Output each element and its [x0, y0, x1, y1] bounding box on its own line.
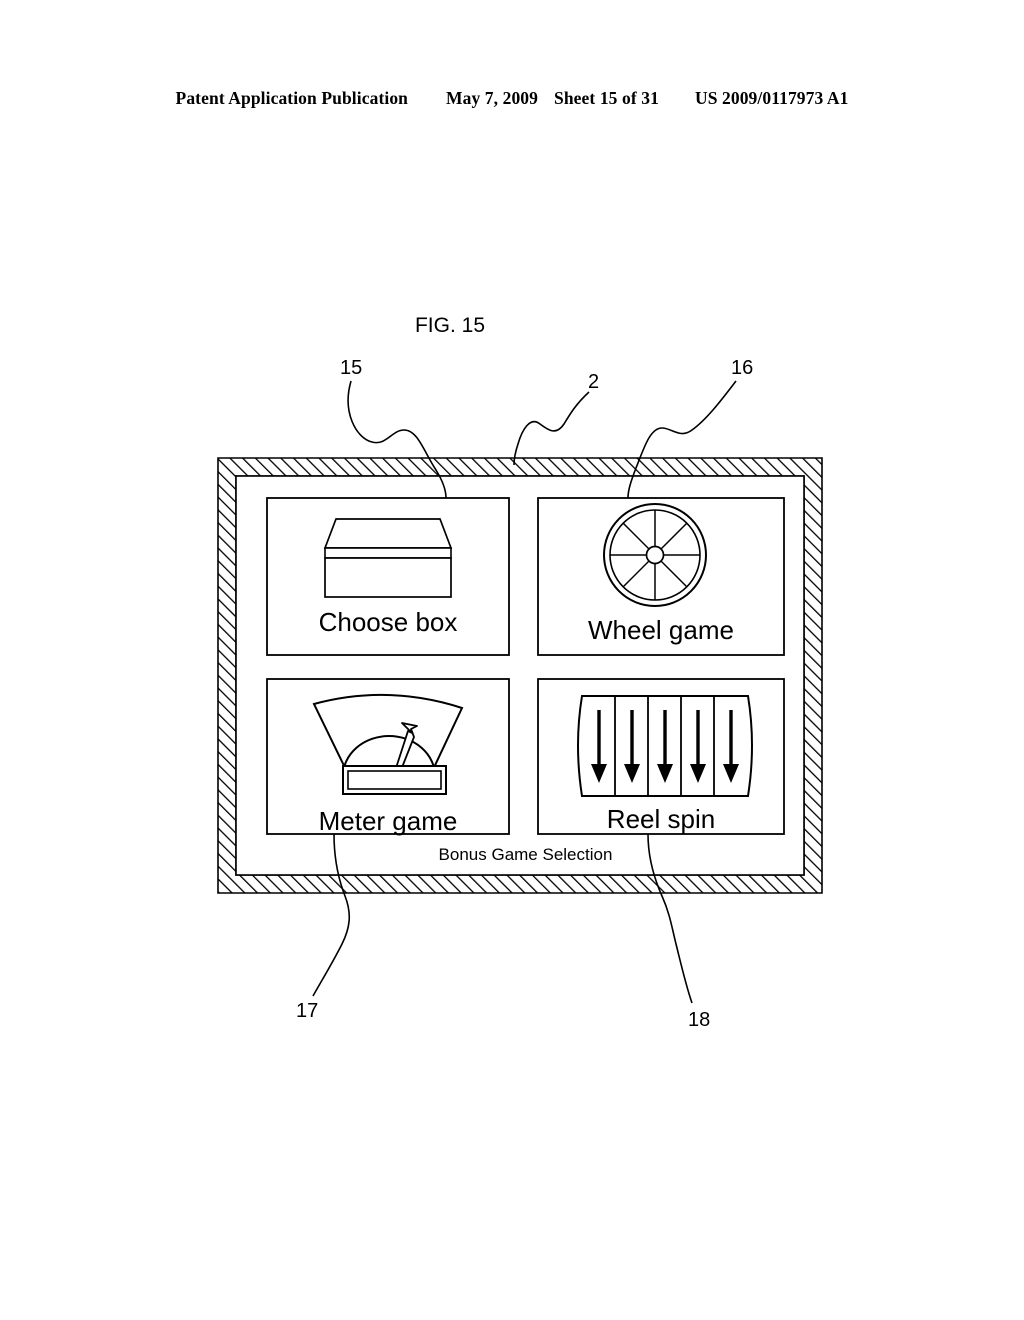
meter-game-tile-label[interactable]: Meter game [267, 806, 509, 837]
reference-numeral-16: 16 [731, 357, 754, 379]
five-reel-down-arrows-icon [577, 695, 753, 797]
reel-spin-tile-label[interactable]: Reel spin [538, 804, 784, 835]
spoked-wheel-icon [603, 503, 707, 607]
figure-label: FIG. 15 [0, 314, 1024, 338]
reference-numeral-2: 2 [588, 371, 600, 393]
reference-numeral-18: 18 [688, 1009, 711, 1031]
reference-numeral-17: 17 [296, 1000, 319, 1022]
figure-15: FIG. 15 15 2 16 17 18 Choose box Wheel g… [0, 0, 1024, 1320]
figure-drawing [217, 380, 823, 1004]
bonus-game-selection-label: Bonus Game Selection [438, 845, 613, 864]
choose-box-tile-label[interactable]: Choose box [267, 607, 509, 638]
figure-label-text: FIG. 15 [414, 314, 486, 337]
wheel-game-tile-label[interactable]: Wheel game [538, 615, 784, 646]
reference-numeral-15: 15 [340, 357, 363, 379]
gift-box-icon [323, 518, 453, 598]
leader-line-2 [513, 391, 590, 466]
